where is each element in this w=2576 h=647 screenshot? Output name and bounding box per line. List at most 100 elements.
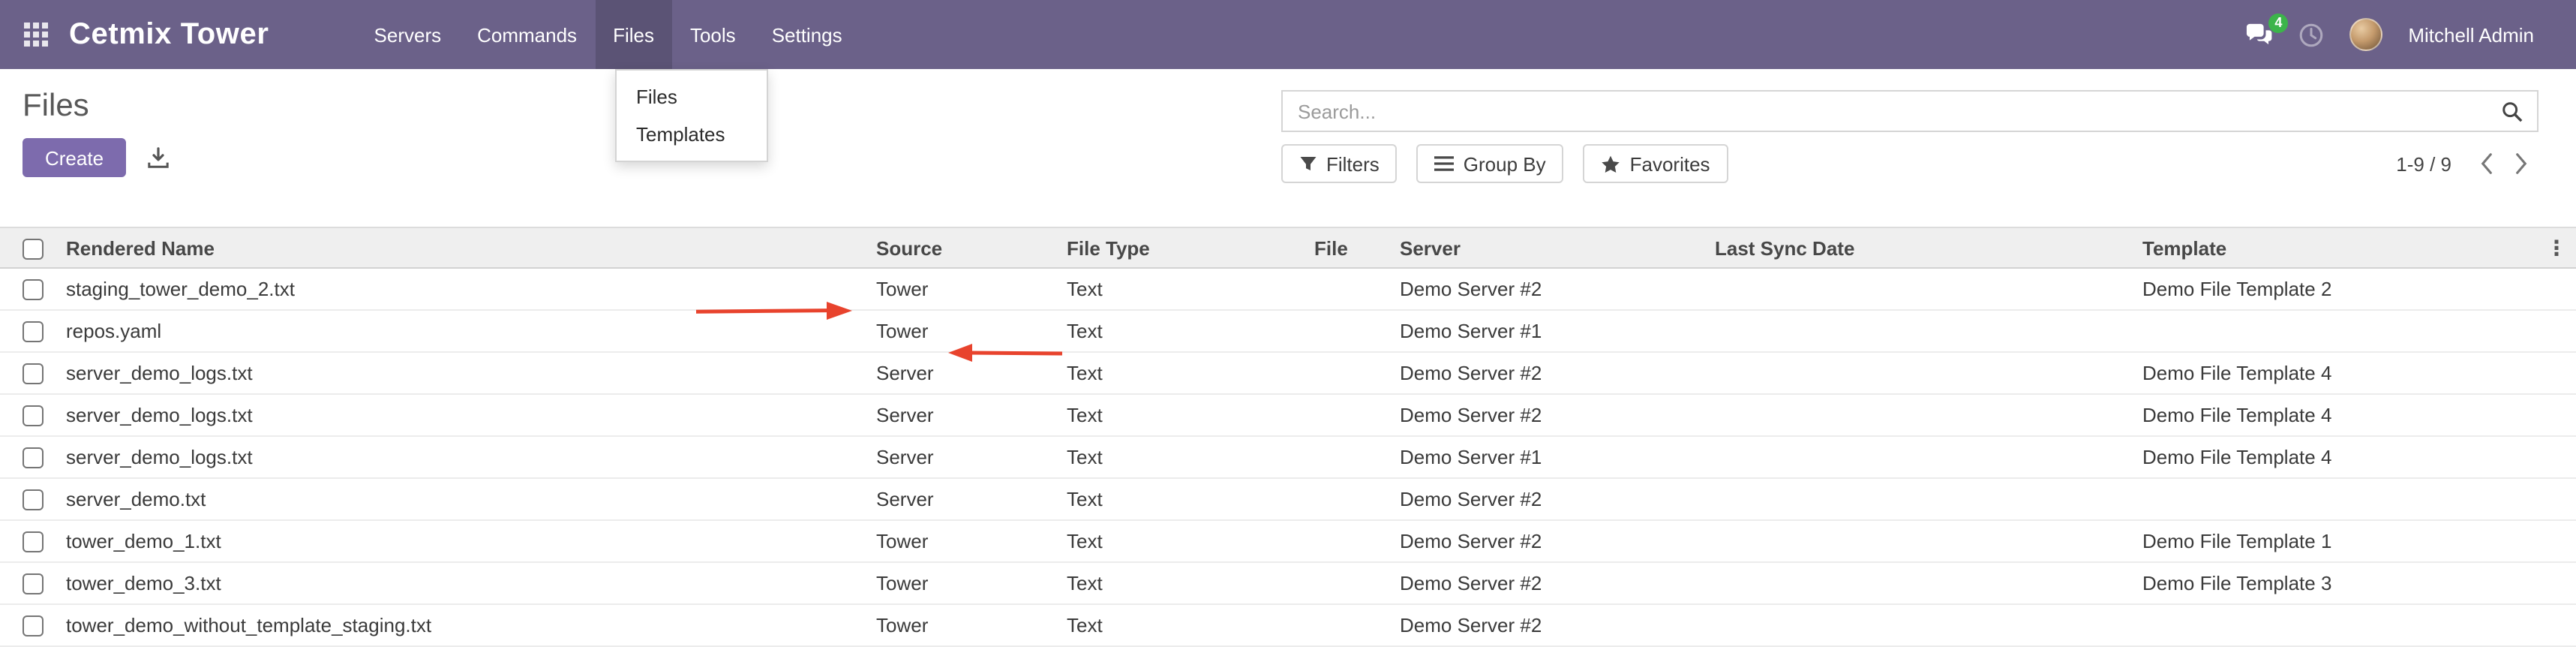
filters-button[interactable]: Filters <box>1281 144 1398 183</box>
optional-columns-toggle[interactable]: ⋮ <box>2543 227 2576 268</box>
dropdown-item-templates[interactable]: Templates <box>617 116 767 153</box>
row-optional-spacer <box>2543 604 2576 646</box>
cell-source: Tower <box>876 310 1067 352</box>
cell-last-sync-date <box>1715 436 2142 478</box>
cell-rendered-name: staging_tower_demo_2.txt <box>66 268 876 310</box>
cell-source: Server <box>876 394 1067 436</box>
search-input[interactable] <box>1283 92 2487 131</box>
cell-last-sync-date <box>1715 394 2142 436</box>
table-row[interactable]: staging_tower_demo_2.txt Tower Text Demo… <box>0 268 2576 310</box>
table-row[interactable]: server_demo_logs.txt Server Text Demo Se… <box>0 394 2576 436</box>
messages-icon[interactable]: 4 <box>2244 22 2273 47</box>
dropdown-item-files[interactable]: Files <box>617 78 767 116</box>
table-row[interactable]: tower_demo_without_template_staging.txt … <box>0 604 2576 646</box>
apps-menu-icon[interactable] <box>18 17 54 53</box>
row-optional-spacer <box>2543 436 2576 478</box>
app-root: Cetmix Tower Servers Commands Files Tool… <box>0 0 2576 626</box>
cell-file-type: Text <box>1067 604 1314 646</box>
table-row[interactable]: server_demo_logs.txt Server Text Demo Se… <box>0 436 2576 478</box>
row-checkbox-cell <box>0 310 66 352</box>
pager: 1-9 / 9 <box>2396 152 2538 175</box>
cell-server: Demo Server #2 <box>1400 604 1715 646</box>
row-optional-spacer <box>2543 520 2576 562</box>
nav-item-settings[interactable]: Settings <box>754 0 860 69</box>
search-icon[interactable] <box>2487 100 2537 122</box>
chevron-right-icon <box>2514 153 2528 174</box>
cell-server: Demo Server #2 <box>1400 352 1715 394</box>
cell-last-sync-date <box>1715 562 2142 604</box>
cell-source: Server <box>876 352 1067 394</box>
column-header-source[interactable]: Source <box>876 227 1067 268</box>
systray: 4 Mitchell Admin <box>2244 18 2576 51</box>
star-icon <box>1602 154 1621 173</box>
cell-server: Demo Server #2 <box>1400 478 1715 520</box>
column-header-server[interactable]: Server <box>1400 227 1715 268</box>
column-header-rendered-name[interactable]: Rendered Name <box>66 227 876 268</box>
messages-count-badge: 4 <box>2268 13 2288 33</box>
table-row[interactable]: repos.yaml Tower Text Demo Server #1 <box>0 310 2576 352</box>
control-panel-left: Files Create <box>0 69 173 206</box>
column-header-file-type[interactable]: File Type <box>1067 227 1314 268</box>
table-row[interactable]: server_demo_logs.txt Server Text Demo Se… <box>0 352 2576 394</box>
table-row[interactable]: tower_demo_1.txt Tower Text Demo Server … <box>0 520 2576 562</box>
cell-rendered-name: repos.yaml <box>66 310 876 352</box>
cell-file-type: Text <box>1067 436 1314 478</box>
select-all-checkbox[interactable] <box>23 239 44 260</box>
cell-last-sync-date <box>1715 478 2142 520</box>
cell-template: Demo File Template 3 <box>2142 562 2543 604</box>
column-header-last-sync-date[interactable]: Last Sync Date <box>1715 227 2142 268</box>
create-button[interactable]: Create <box>23 138 126 177</box>
nav-item-files[interactable]: Files <box>595 0 672 69</box>
cell-template <box>2142 478 2543 520</box>
column-header-file[interactable]: File <box>1314 227 1400 268</box>
cell-template <box>2142 604 2543 646</box>
row-checkbox-cell <box>0 268 66 310</box>
row-checkbox[interactable] <box>23 532 44 553</box>
cell-file <box>1314 268 1400 310</box>
control-panel: Files Create <box>0 69 2576 206</box>
row-checkbox[interactable] <box>23 280 44 301</box>
cell-last-sync-date <box>1715 604 2142 646</box>
row-checkbox[interactable] <box>23 490 44 511</box>
favorites-button[interactable]: Favorites <box>1584 144 1728 183</box>
export-button[interactable] <box>144 143 173 172</box>
filters-label: Filters <box>1326 152 1380 175</box>
app-brand[interactable]: Cetmix Tower <box>69 17 269 52</box>
row-checkbox[interactable] <box>23 574 44 595</box>
cell-server: Demo Server #2 <box>1400 520 1715 562</box>
cell-rendered-name: tower_demo_without_template_staging.txt <box>66 604 876 646</box>
cell-template: Demo File Template 2 <box>2142 268 2543 310</box>
group-by-button[interactable]: Group By <box>1417 144 1564 183</box>
cell-source: Server <box>876 436 1067 478</box>
cell-rendered-name: server_demo_logs.txt <box>66 436 876 478</box>
cell-file-type: Text <box>1067 478 1314 520</box>
cell-server: Demo Server #2 <box>1400 562 1715 604</box>
user-avatar[interactable] <box>2349 18 2382 51</box>
cell-file-type: Text <box>1067 562 1314 604</box>
row-checkbox[interactable] <box>23 616 44 637</box>
column-header-template[interactable]: Template <box>2142 227 2543 268</box>
nav-item-servers[interactable]: Servers <box>356 0 460 69</box>
user-name[interactable]: Mitchell Admin <box>2408 23 2534 46</box>
cell-file <box>1314 520 1400 562</box>
row-checkbox-cell <box>0 520 66 562</box>
cell-template: Demo File Template 4 <box>2142 436 2543 478</box>
row-checkbox[interactable] <box>23 406 44 427</box>
page-title: Files <box>23 87 173 126</box>
nav-item-tools[interactable]: Tools <box>672 0 754 69</box>
row-checkbox[interactable] <box>23 322 44 343</box>
row-checkbox[interactable] <box>23 364 44 385</box>
cell-server: Demo Server #1 <box>1400 310 1715 352</box>
pager-next-button[interactable] <box>2504 153 2538 174</box>
row-checkbox-cell <box>0 436 66 478</box>
row-optional-spacer <box>2543 268 2576 310</box>
pager-previous-button[interactable] <box>2469 153 2504 174</box>
table-row[interactable]: server_demo.txt Server Text Demo Server … <box>0 478 2576 520</box>
table-row[interactable]: tower_demo_3.txt Tower Text Demo Server … <box>0 562 2576 604</box>
nav-item-commands[interactable]: Commands <box>459 0 595 69</box>
row-checkbox-cell <box>0 478 66 520</box>
row-checkbox[interactable] <box>23 448 44 469</box>
row-optional-spacer <box>2543 562 2576 604</box>
cell-rendered-name: server_demo_logs.txt <box>66 352 876 394</box>
activities-clock-icon[interactable] <box>2298 22 2324 47</box>
